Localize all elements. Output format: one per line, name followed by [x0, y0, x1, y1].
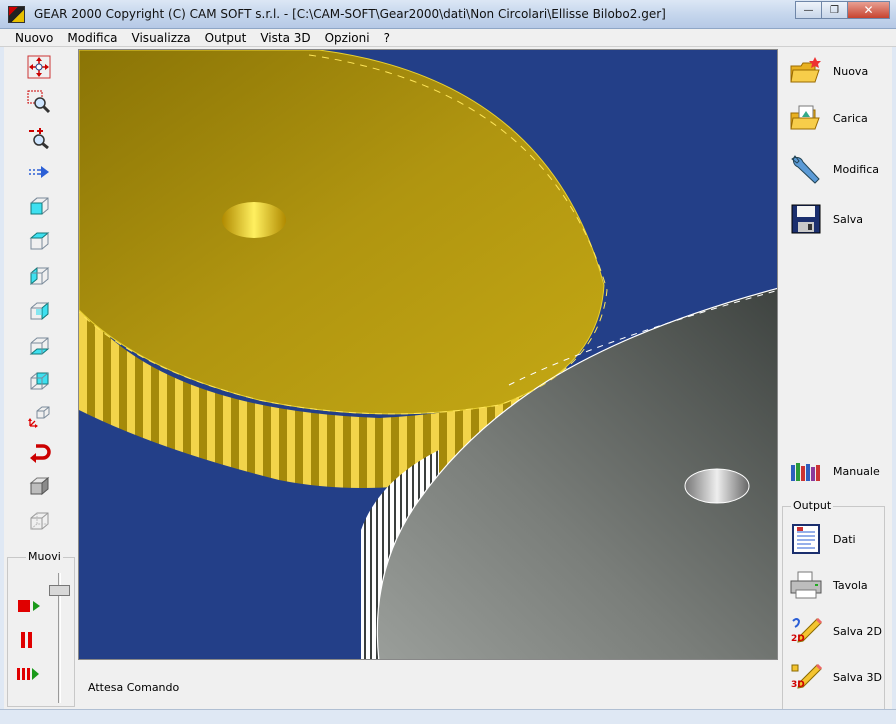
modifica-label: Modifica — [833, 162, 879, 176]
pause-button[interactable] — [16, 630, 42, 650]
solid-view-button[interactable] — [26, 474, 52, 500]
salva-button[interactable]: Salva — [789, 199, 889, 239]
view-right-icon — [30, 301, 49, 321]
view-top-icon — [29, 232, 50, 250]
new-folder-icon — [789, 54, 823, 88]
salva-3d-button[interactable]: 3D Salva 3D — [789, 657, 889, 697]
move-view-icon — [27, 55, 51, 79]
salva-label: Salva — [833, 212, 864, 226]
speed-slider-thumb[interactable] — [49, 585, 70, 596]
step-forward-button[interactable] — [16, 664, 42, 684]
app-icon[interactable] — [8, 6, 25, 23]
menu-modifica[interactable]: Modifica — [60, 31, 124, 45]
save-3d-icon: 3D — [789, 660, 823, 694]
muovi-label: Muovi — [26, 550, 63, 563]
view-bottom-button[interactable] — [26, 334, 52, 360]
status-text: Attesa Comando — [88, 681, 180, 694]
open-folder-icon — [789, 101, 823, 135]
pan-icon — [29, 166, 49, 178]
right-panel: Nuova Carica Modifica Salva Manuale Outp… — [781, 49, 891, 724]
title-bar: GEAR 2000 Copyright (C) CAM SOFT s.r.l. … — [0, 0, 896, 29]
manuale-label: Manuale — [833, 464, 880, 478]
view-left-icon — [30, 266, 50, 286]
salva-3d-label: Salva 3D — [833, 670, 882, 684]
window-controls: — ❐ ✕ — [795, 1, 890, 19]
salva-2d-button[interactable]: 2D Salva 2D — [789, 611, 889, 651]
restore-button[interactable]: ❐ — [821, 1, 848, 19]
rotate-back-button[interactable] — [26, 439, 52, 465]
tavola-label: Tavola — [833, 578, 868, 592]
zoom-window-icon — [27, 90, 51, 114]
view-front-button[interactable] — [26, 194, 52, 220]
view-iso-button[interactable] — [26, 404, 52, 430]
menu-output[interactable]: Output — [198, 31, 254, 45]
printer-icon — [789, 568, 823, 602]
save-2d-icon: 2D — [789, 614, 823, 648]
yellow-gear-face — [79, 50, 605, 415]
yellow-gear-hole — [222, 202, 286, 238]
nuova-button[interactable]: Nuova — [789, 51, 889, 91]
solid-view-icon — [29, 476, 50, 496]
data-sheet-icon — [789, 522, 823, 556]
view-bottom-icon — [29, 337, 50, 355]
status-area: Attesa Comando — [78, 660, 778, 710]
menu-vista-3d[interactable]: Vista 3D — [253, 31, 317, 45]
record-button[interactable] — [16, 596, 42, 616]
zoom-window-button[interactable] — [26, 89, 52, 115]
view-back-button[interactable] — [26, 369, 52, 395]
gear-render — [79, 50, 777, 659]
move-view-button[interactable] — [26, 54, 52, 80]
view-top-button[interactable] — [26, 229, 52, 255]
wireframe-view-button[interactable] — [26, 509, 52, 535]
salva-2d-label: Salva 2D — [833, 624, 882, 638]
wrench-icon — [789, 152, 823, 186]
dati-label: Dati — [833, 532, 856, 546]
wireframe-view-icon — [30, 512, 49, 530]
menu-opzioni[interactable]: Opzioni — [318, 31, 377, 45]
view-right-button[interactable] — [26, 299, 52, 325]
zoom-in-out-button[interactable] — [26, 124, 52, 150]
modifica-button[interactable]: Modifica — [789, 149, 889, 189]
menu-help[interactable]: ? — [377, 31, 397, 45]
view-iso-icon — [28, 406, 50, 428]
view-front-icon — [30, 197, 49, 215]
dati-button[interactable]: Dati — [789, 519, 889, 559]
menu-nuovo[interactable]: Nuovo — [8, 31, 60, 45]
nuova-label: Nuova — [833, 64, 869, 78]
window-title: GEAR 2000 Copyright (C) CAM SOFT s.r.l. … — [34, 7, 666, 21]
output-label: Output — [791, 499, 834, 512]
window-frame-left — [0, 47, 4, 712]
close-button[interactable]: ✕ — [847, 1, 890, 19]
floppy-disk-icon — [789, 202, 823, 236]
save-2d-badge: 2D — [791, 634, 805, 644]
carica-label: Carica — [833, 111, 868, 125]
books-icon — [789, 454, 823, 488]
save-3d-badge: 3D — [791, 680, 805, 690]
pan-button[interactable] — [26, 159, 52, 185]
3d-viewport[interactable] — [78, 49, 778, 660]
view-back-icon — [30, 372, 49, 390]
pause-icon — [21, 632, 32, 648]
output-group: Output Dati Tavola 2D Salva 2D 3D Salva … — [782, 499, 885, 724]
menu-visualizza[interactable]: Visualizza — [125, 31, 198, 45]
carica-button[interactable]: Carica — [789, 98, 889, 138]
tavola-button[interactable]: Tavola — [789, 565, 889, 605]
step-forward-icon — [17, 668, 39, 680]
muovi-group: Muovi — [7, 550, 75, 707]
minimize-button[interactable]: — — [795, 1, 822, 19]
window-frame-bottom — [0, 709, 896, 724]
menu-bar: Nuovo Modifica Visualizza Output Vista 3… — [0, 29, 896, 47]
zoom-in-out-icon — [29, 128, 49, 149]
view-left-button[interactable] — [26, 264, 52, 290]
manuale-button[interactable]: Manuale — [789, 451, 889, 491]
record-play-icon — [18, 600, 40, 612]
rotate-back-icon — [30, 444, 51, 463]
window-frame-right — [892, 47, 896, 712]
gray-gear-hole — [684, 468, 750, 504]
